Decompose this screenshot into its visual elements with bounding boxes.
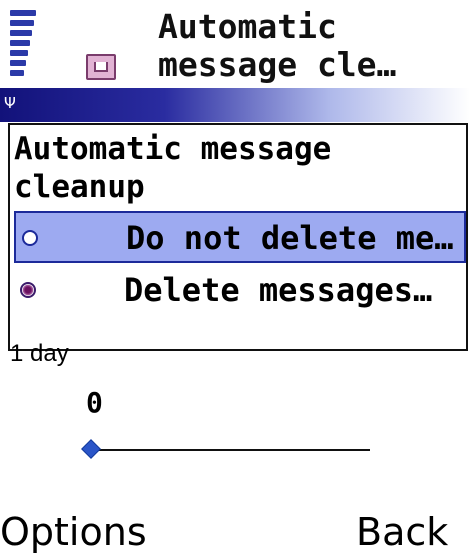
slider-track[interactable] [88,449,370,451]
slider-range-label: 1 day [10,340,69,367]
page-title: Automatic message cle… [158,8,468,84]
option-do-not-delete[interactable]: Do not delete me… [14,211,466,263]
back-softkey[interactable]: Back [356,510,448,554]
slider-thumb[interactable] [81,439,101,459]
options-softkey[interactable]: Options [0,510,147,554]
radio-button-selected-icon[interactable] [20,282,36,298]
radio-button-empty-icon[interactable] [22,230,38,246]
option-label: Do not delete me… [126,219,454,257]
setting-title-line1: Automatic message [14,131,332,167]
setting-title: Automatic message cleanup [14,130,464,206]
title-bar [0,88,470,122]
signal-strength-icon [10,10,40,80]
page-title-line1: Automatic [158,8,337,46]
page-title-line2: message cle… [158,46,397,84]
antenna-icon: Ψ [4,94,16,112]
message-settings-icon [86,54,116,80]
setting-title-line2: cleanup [14,169,145,205]
slider-value: 0 [86,386,103,419]
option-label: Delete messages… [124,271,433,309]
option-delete-messages[interactable]: Delete messages… [14,265,466,317]
